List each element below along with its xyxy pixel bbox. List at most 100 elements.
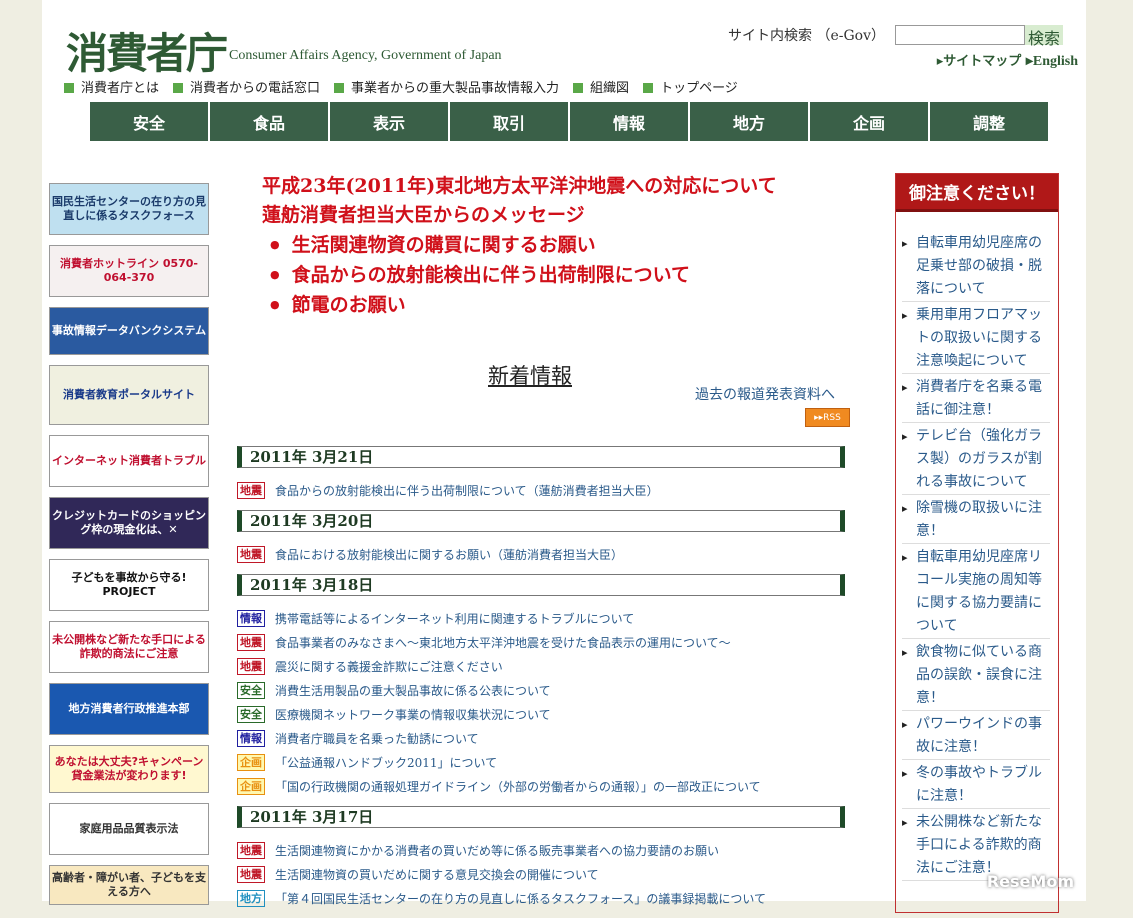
bullet-icon <box>573 83 584 93</box>
caution-item[interactable]: パワーウインドの事故に注意！ <box>902 713 1050 760</box>
news-date: 2011年 3月18日 <box>237 574 845 596</box>
top-link[interactable]: 消費者からの電話窓口 <box>173 77 320 96</box>
banner[interactable]: 消費者ホットライン 0570-064-370 <box>49 245 209 297</box>
news-link[interactable]: 生活関連物資の買いだめに関する意見交換会の開催について <box>275 866 599 883</box>
news-item[interactable]: 企画 「国の行政機関の通報処理ガイドライン（外部の労働者からの通報）」の一部改正に… <box>237 774 845 798</box>
news-link[interactable]: 「第４回国民生活センターの在り方の見直しに係るタスクフォース」の議事録掲載につい… <box>275 890 766 907</box>
bullet-icon <box>334 83 345 93</box>
category-tag: 地方 <box>237 889 265 907</box>
top-link[interactable]: トップページ <box>643 77 738 96</box>
caution-item[interactable]: 未公開株など新たな手口による詐欺的商法にご注意！ <box>902 811 1050 881</box>
top-link[interactable]: 消費者庁とは <box>64 77 159 96</box>
banner[interactable]: 家庭用品品質表示法 <box>49 803 209 855</box>
nav-tab[interactable]: 企画 <box>810 102 928 141</box>
news-link[interactable]: 震災に関する義援金詐欺にご注意ください <box>275 658 503 675</box>
sub-links: ▸サイトマップ ▸English <box>937 50 1078 70</box>
top-link[interactable]: 事業者からの重大製品事故情報入力 <box>334 77 559 96</box>
logo[interactable]: 消費者庁 <box>66 20 228 81</box>
news-item[interactable]: 地震 食品事業者のみなさまへ～東北地方太平洋沖地震を受けた食品表示の運用について～ <box>237 630 845 654</box>
news-item[interactable]: 地震 食品における放射能検出に関するお願い（蓮舫消費者担当大臣） <box>237 542 845 566</box>
news-list: 2011年 3月21日 地震 食品からの放射能検出に伴う出荷制限について（蓮舫消費者… <box>237 446 845 918</box>
caution-title: 御注意ください！ <box>896 174 1058 212</box>
category-tag: 地震 <box>237 841 265 859</box>
sitemap-link[interactable]: ▸サイトマップ <box>937 54 1022 69</box>
news-link[interactable]: 生活関連物資にかかる消費者の買いだめ等に係る販売事業者への協力要請のお願い <box>275 842 719 859</box>
banner-list: 国民生活センターの在り方の見直しに係るタスクフォース 消費者ホットライン 0570… <box>49 183 209 915</box>
search-input[interactable] <box>895 25 1025 45</box>
caution-item[interactable]: 乗用車用フロアマットの取扱いに関する注意喚起について <box>902 304 1050 374</box>
nav-tab[interactable]: 情報 <box>570 102 688 141</box>
search-label: サイト内検索 （e-Gov） <box>728 28 885 44</box>
top-link-label: 事業者からの重大製品事故情報入力 <box>351 81 560 96</box>
top-link-label: 組織図 <box>590 81 630 96</box>
news-item[interactable]: 企画 「公益通報ハンドブック2011」について <box>237 750 845 774</box>
top-link[interactable]: 組織図 <box>573 77 629 96</box>
news-link[interactable]: 食品における放射能検出に関するお願い（蓮舫消費者担当大臣） <box>275 546 623 563</box>
nav-tab[interactable]: 安全 <box>90 102 208 141</box>
banner[interactable]: 高齢者・障がい者、子どもを支える方へ <box>49 865 209 905</box>
banner[interactable]: 子どもを事故から守る! PROJECT <box>49 559 209 611</box>
alert-item[interactable]: 生活関連物資の購買に関するお願い <box>270 230 777 260</box>
category-tag: 地震 <box>237 545 265 563</box>
banner[interactable]: 地方消費者行政推進本部 <box>49 683 209 735</box>
caution-item[interactable]: 飲食物に似ている商品の誤飲・誤食に注意！ <box>902 641 1050 711</box>
alert-item[interactable]: 節電のお願い <box>270 290 777 320</box>
caution-item[interactable]: 自転車用幼児座席の足乗せ部の破損・脱落について <box>902 232 1050 302</box>
alert-message[interactable]: 蓮舫消費者担当大臣からのメッセージ <box>262 201 777 230</box>
nav-tab[interactable]: 地方 <box>690 102 808 141</box>
banner[interactable]: 国民生活センターの在り方の見直しに係るタスクフォース <box>49 183 209 235</box>
page: 消費者庁 Consumer Affairs Agency, Government… <box>42 0 1086 913</box>
main-nav: 安全 食品 表示 取引 情報 地方 企画 調整 <box>90 102 1048 141</box>
news-link[interactable]: 食品からの放射能検出に伴う出荷制限について（蓮舫消費者担当大臣） <box>275 482 659 499</box>
news-item[interactable]: 地方 「第４回国民生活センターの在り方の見直しに係るタスクフォース」の議事録掲載に… <box>237 886 845 910</box>
bullet-icon <box>643 83 654 93</box>
category-tag: 地震 <box>237 657 265 675</box>
alert-item[interactable]: 食品からの放射能検出に伴う出荷制限について <box>270 260 777 290</box>
caution-item[interactable]: 冬の事故やトラブルに注意！ <box>902 762 1050 809</box>
category-tag: 安全 <box>237 681 265 699</box>
news-item[interactable]: 情報 携帯電話等によるインターネット利用に関連するトラブルについて <box>237 606 845 630</box>
news-link[interactable]: 食品事業者のみなさまへ～東北地方太平洋沖地震を受けた食品表示の運用について～ <box>275 634 731 651</box>
caution-item[interactable]: 除雪機の取扱いに注意！ <box>902 497 1050 544</box>
category-tag: 企画 <box>237 777 265 795</box>
english-link[interactable]: ▸English <box>1026 54 1078 69</box>
bullet-icon <box>173 83 184 93</box>
banner[interactable]: あなたは大丈夫?キャンペーン 貸金業法が変わります! <box>49 745 209 793</box>
nav-tab[interactable]: 取引 <box>450 102 568 141</box>
category-tag: 地震 <box>237 865 265 883</box>
search-button[interactable]: 検索 <box>1025 25 1064 48</box>
rss-button[interactable]: ▸▸RSS <box>805 408 850 427</box>
news-item[interactable]: 情報 消費者庁職員を名乗った勧誘について <box>237 726 845 750</box>
caution-item[interactable]: 消費者庁を名乗る電話に御注意！ <box>902 376 1050 423</box>
banner[interactable]: クレジットカードのショッピング枠の現金化は、✕ <box>49 497 209 549</box>
news-link[interactable]: 消費者庁職員を名乗った勧誘について <box>275 730 479 747</box>
news-link[interactable]: 携帯電話等によるインターネット利用に関連するトラブルについて <box>275 610 634 627</box>
news-item[interactable]: 地震 生活関連物資にかかる消費者の買いだめ等に係る販売事業者への協力要請のお願い <box>237 838 845 862</box>
banner[interactable]: 未公開株など新たな手口による詐欺的商法にご注意 <box>49 621 209 673</box>
caution-item[interactable]: テレビ台（強化ガラス製）のガラスが割れる事故について <box>902 425 1050 495</box>
past-releases-link[interactable]: 過去の報道発表資料へ <box>695 384 835 404</box>
banner[interactable]: 消費者教育ポータルサイト <box>49 365 209 425</box>
caution-item[interactable]: 自転車用幼児座席リコール実施の周知等に関する協力要請について <box>902 546 1050 639</box>
news-item[interactable]: 安全 医療機関ネットワーク事業の情報収集状況について <box>237 702 845 726</box>
banner[interactable]: インターネット消費者トラブル <box>49 435 209 487</box>
nav-tab[interactable]: 表示 <box>330 102 448 141</box>
news-link[interactable]: 医療機関ネットワーク事業の情報収集状況について <box>275 706 551 723</box>
nav-tab[interactable]: 食品 <box>210 102 328 141</box>
top-link-label: 消費者庁とは <box>81 81 160 96</box>
category-tag: 情報 <box>237 609 265 627</box>
nav-tab[interactable]: 調整 <box>930 102 1048 141</box>
news-link[interactable]: 「公益通報ハンドブック2011」について <box>275 754 497 771</box>
news-item[interactable]: 地震 食品からの放射能検出に伴う出荷制限について（蓮舫消費者担当大臣） <box>237 478 845 502</box>
alert-title[interactable]: 平成23年(2011年)東北地方太平洋沖地震への対応について <box>262 172 777 201</box>
logo-english: Consumer Affairs Agency, Government of J… <box>229 48 502 63</box>
news-link[interactable]: 「国の行政機関の通報処理ガイドライン（外部の労働者からの通報）」の一部改正につい… <box>275 778 761 795</box>
news-item[interactable]: 地震 生活関連物資の買いだめに関する意見交換会の開催について <box>237 862 845 886</box>
banner[interactable]: 事故情報データバンクシステム <box>49 307 209 355</box>
news-link[interactable]: 消費生活用製品の重大製品事故に係る公表について <box>275 682 551 699</box>
news-item[interactable]: 安全 消費生活用製品の重大製品事故に係る公表について <box>237 678 845 702</box>
news-item[interactable]: 地震 震災に関する義援金詐欺にご注意ください <box>237 654 845 678</box>
